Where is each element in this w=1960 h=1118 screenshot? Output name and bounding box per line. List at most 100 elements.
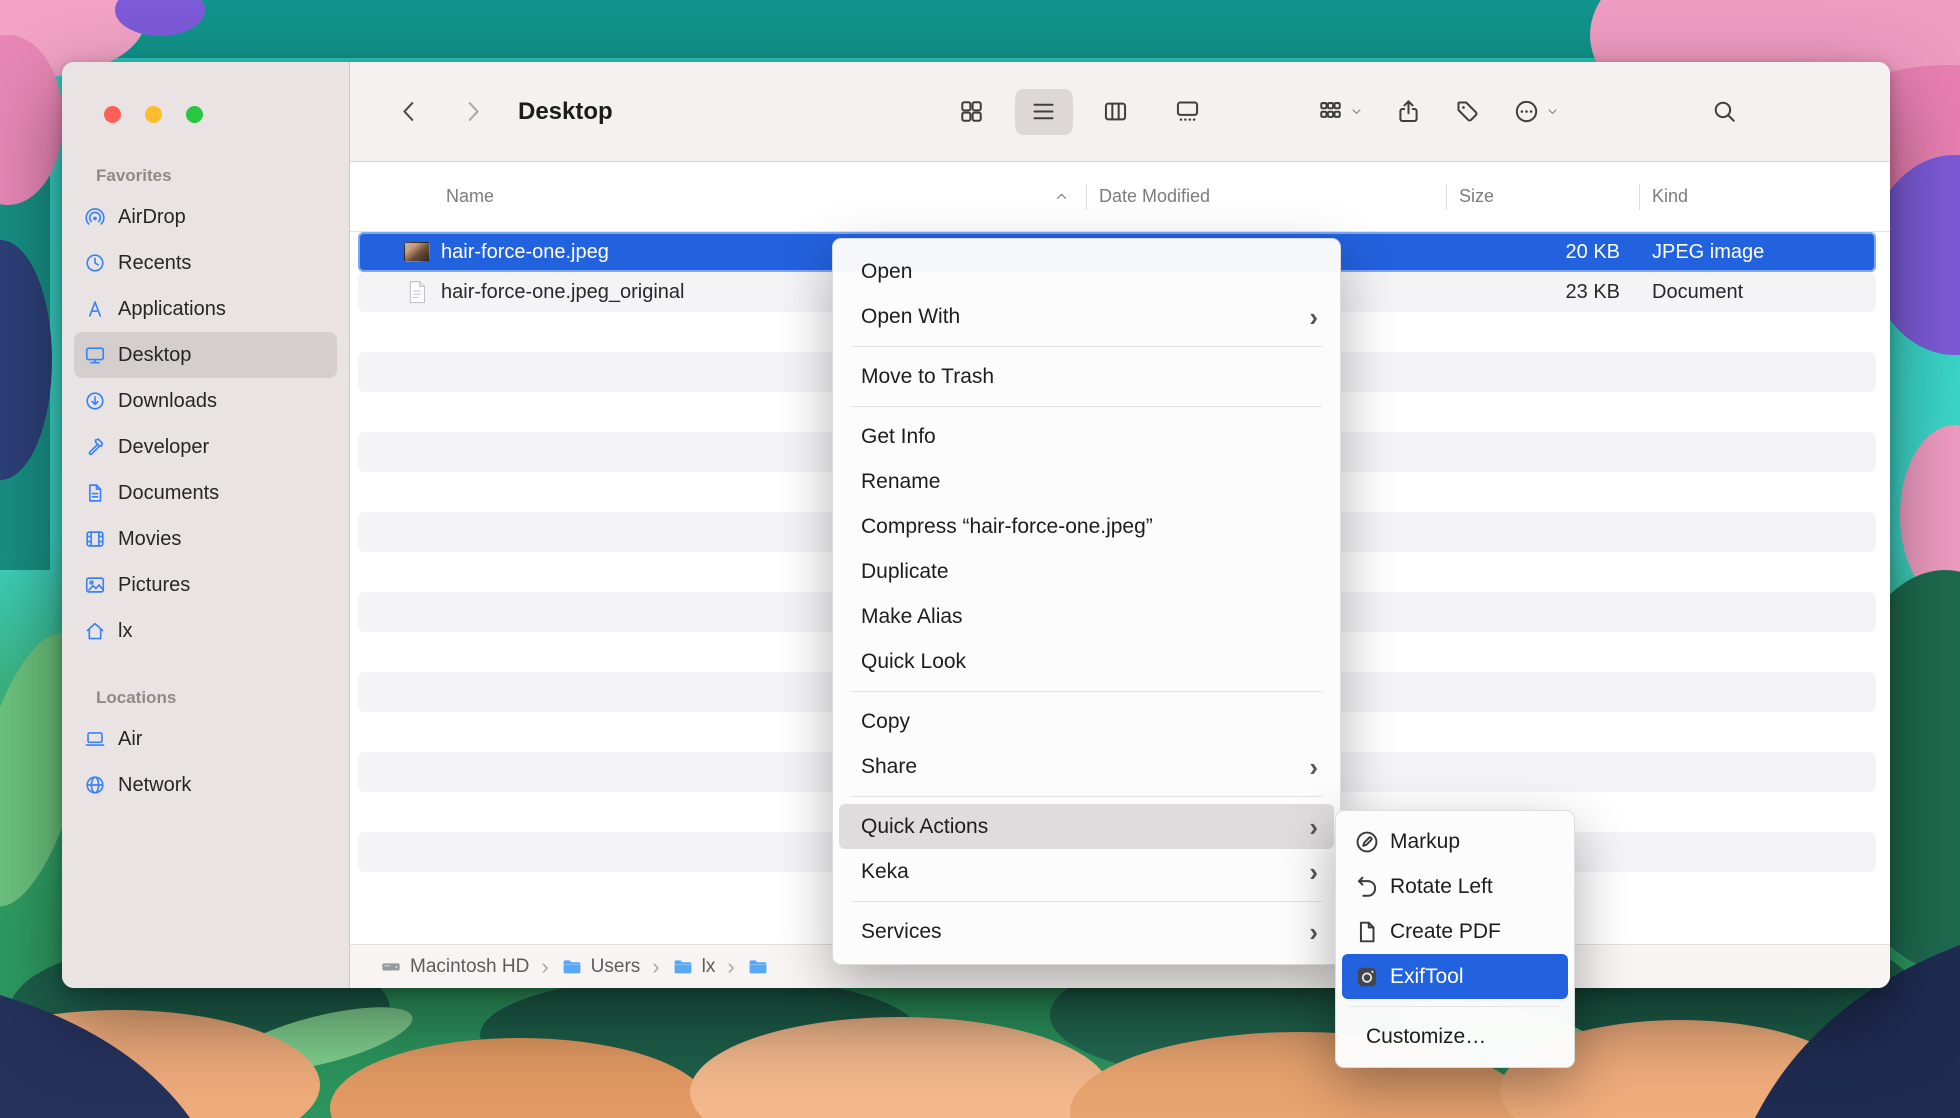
forward-button[interactable] [459,98,486,125]
path-separator-icon: › [652,956,659,978]
gallery-view-icon [1174,98,1201,125]
zoom-button[interactable] [186,106,203,123]
sidebar-item-label: Developer [118,436,209,459]
rotate-left-icon [1354,874,1380,900]
sidebar-item-recents[interactable]: Recents [74,240,337,286]
menu-item-open[interactable]: Open [839,249,1334,294]
sidebar-item-air[interactable]: Air [74,716,337,762]
sidebar-item-lx[interactable]: lx [74,608,337,654]
chevron-down-icon [1546,105,1559,118]
menu-item-open-with[interactable]: Open With › [839,294,1334,339]
column-header-date-modified[interactable]: Date Modified [1087,162,1447,231]
path-item[interactable] [747,956,769,978]
minimize-button[interactable] [145,106,162,123]
folder-icon [561,956,583,978]
view-button-list-view[interactable] [1015,89,1073,135]
window-controls [104,106,203,123]
markup-icon [1354,829,1380,855]
menu-item-duplicate[interactable]: Duplicate [839,549,1334,594]
back-button[interactable] [396,98,423,125]
menu-item-share[interactable]: Share › [839,744,1334,789]
share-icon [1395,98,1422,125]
share-button[interactable] [1395,98,1422,125]
sidebar-item-applications[interactable]: Applications [74,286,337,332]
path-item-label: Macintosh HD [410,956,529,978]
sidebar-item-desktop[interactable]: Desktop [74,332,337,378]
menu-item-copy[interactable]: Copy [839,699,1334,744]
menu-item-get-info[interactable]: Get Info [839,414,1334,459]
menu-item-quick-actions[interactable]: Quick Actions › [839,804,1334,849]
column-label: Size [1459,186,1494,207]
menu-item-label: Make Alias [861,605,963,629]
menu-separator [851,406,1322,407]
home-icon [84,620,106,642]
submenu-item-create-pdf[interactable]: Create PDF [1342,909,1568,954]
exiftool-icon [1354,964,1380,990]
path-separator-icon: › [727,956,734,978]
hard-drive-icon [380,956,402,978]
sidebar-item-movies[interactable]: Movies [74,516,337,562]
hammer-icon [84,436,106,458]
column-label: Name [446,186,494,207]
desktop-icon [84,344,106,366]
menu-item-label: Move to Trash [861,365,994,389]
sidebar-item-label: Recents [118,252,191,275]
sidebar-item-network[interactable]: Network [74,762,337,808]
document-file-icon [404,279,430,305]
path-item-macintosh-hd[interactable]: Macintosh HD [380,956,529,978]
submenu-chevron-icon: › [1309,814,1318,840]
file-kind: JPEG image [1640,241,1876,264]
submenu-item-label: Customize… [1366,1025,1486,1049]
search-button[interactable] [1711,98,1738,125]
menu-item-keka[interactable]: Keka › [839,849,1334,894]
menu-separator [1350,1006,1560,1007]
view-button-column-view[interactable] [1087,89,1145,135]
path-item-users[interactable]: Users [561,956,641,978]
menu-item-move-to-trash[interactable]: Move to Trash [839,354,1334,399]
tag-icon [1454,98,1481,125]
menu-item-make-alias[interactable]: Make Alias [839,594,1334,639]
view-button-gallery-view[interactable] [1159,89,1217,135]
close-button[interactable] [104,106,121,123]
sidebar-item-label: Downloads [118,390,217,413]
menu-item-compress-hair-force-one-jpeg[interactable]: Compress “hair-force-one.jpeg” [839,504,1334,549]
submenu-item-label: Markup [1390,830,1460,854]
toolbar-actions [1317,98,1738,125]
submenu-item-customize[interactable]: Customize… [1342,1014,1568,1059]
menu-item-quick-look[interactable]: Quick Look [839,639,1334,684]
navigation-buttons [396,98,486,125]
sidebar-item-label: Pictures [118,574,190,597]
menu-item-label: Share [861,755,917,779]
sidebar-item-pictures[interactable]: Pictures [74,562,337,608]
submenu-item-rotate-left[interactable]: Rotate Left [1342,864,1568,909]
path-item-lx[interactable]: lx [672,956,716,978]
sidebar-item-downloads[interactable]: Downloads [74,378,337,424]
menu-separator [851,796,1322,797]
view-button-grid-view[interactable] [943,89,1001,135]
submenu-item-label: Create PDF [1390,920,1501,944]
column-header-size[interactable]: Size [1447,162,1640,231]
downloads-icon [84,390,106,412]
clock-icon [84,252,106,274]
submenu-item-exiftool[interactable]: ExifTool [1342,954,1568,999]
sidebar-item-developer[interactable]: Developer [74,424,337,470]
chevron-up-icon [1054,189,1069,204]
tag-button[interactable] [1454,98,1481,125]
sidebar-item-label: Network [118,774,191,797]
column-header-kind[interactable]: Kind [1640,162,1876,231]
folder-icon [747,956,769,978]
menu-item-rename[interactable]: Rename [839,459,1334,504]
column-label: Kind [1652,186,1688,207]
sidebar-item-airdrop[interactable]: AirDrop [74,194,337,240]
sidebar-item-documents[interactable]: Documents [74,470,337,516]
file-name: hair-force-one.jpeg_original [441,281,684,304]
column-headers: Name Date Modified Size Kind [350,162,1890,232]
submenu-item-markup[interactable]: Markup [1342,819,1568,864]
submenu-item-label: Rotate Left [1390,875,1493,899]
menu-item-services[interactable]: Services › [839,909,1334,954]
group-button[interactable] [1317,98,1363,125]
submenu-chevron-icon: › [1309,754,1318,780]
menu-item-label: Open [861,260,912,284]
column-header-name[interactable]: Name [358,162,1087,231]
more-button[interactable] [1513,98,1559,125]
